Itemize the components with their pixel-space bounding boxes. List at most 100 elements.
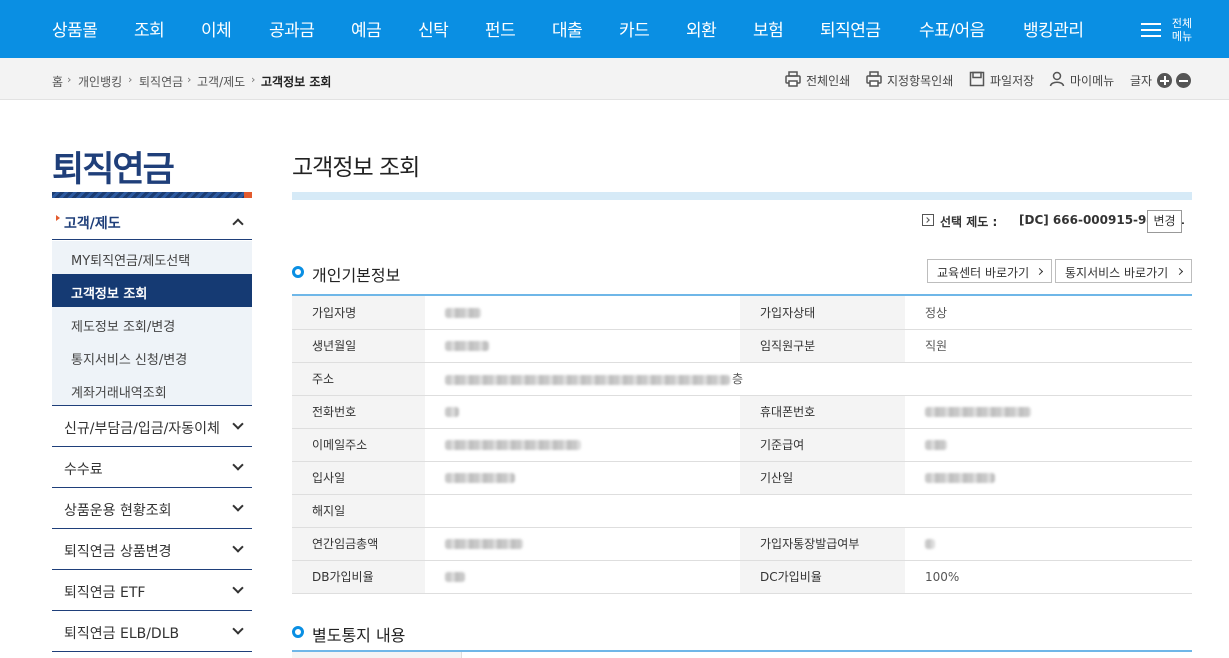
table-cell bbox=[425, 560, 740, 594]
table-header: 입사일 bbox=[292, 461, 425, 495]
lnb-sub-item-plan-info[interactable]: 제도정보 조회/변경 bbox=[52, 307, 252, 340]
section-title: 개인기본정보 bbox=[312, 266, 401, 285]
all-menu-button[interactable]: 전체 메뉴 bbox=[1141, 17, 1197, 47]
table-header: 가입자상태 bbox=[740, 296, 905, 330]
table-cell bbox=[425, 329, 740, 363]
table-header: 생년월일 bbox=[292, 329, 425, 363]
my-menu-label: 마이메뉴 bbox=[1070, 74, 1115, 88]
table-header: 임직원구분 bbox=[740, 329, 905, 363]
page-title-bar bbox=[292, 192, 1192, 200]
breadcrumb-personal[interactable]: 개인뱅킹 bbox=[78, 73, 122, 90]
change-plan-button[interactable]: 변경 bbox=[1147, 210, 1182, 233]
gnb-item-banking-mgmt[interactable]: 뱅킹관리 bbox=[1023, 16, 1084, 41]
table-cell bbox=[905, 395, 1192, 429]
table-header bbox=[292, 652, 462, 658]
table-row: DB가입비율 DC가입비율 100% bbox=[292, 560, 1192, 594]
table-header: DB가입비율 bbox=[292, 560, 425, 594]
gnb-item-utility[interactable]: 공과금 bbox=[269, 16, 315, 41]
gnb-item-inquiry[interactable]: 조회 bbox=[134, 16, 165, 41]
masked-value bbox=[445, 473, 515, 483]
lnb-sub-item-notify-service[interactable]: 통지서비스 신청/변경 bbox=[52, 340, 252, 373]
font-decrease-icon[interactable] bbox=[1176, 73, 1191, 88]
table-header: 전화번호 bbox=[292, 395, 425, 429]
masked-value bbox=[445, 539, 523, 549]
chevron-down-icon bbox=[232, 500, 244, 512]
hamburger-icon bbox=[1141, 23, 1161, 37]
table-header: 연간임금총액 bbox=[292, 527, 425, 561]
table-header: DC가입비율 bbox=[740, 560, 905, 594]
lnb-sub-item-transactions[interactable]: 계좌거래내역조회 bbox=[52, 373, 252, 406]
table-cell: 100% bbox=[905, 560, 1192, 594]
print-all-label: 전체인쇄 bbox=[806, 74, 851, 88]
gnb-item-forex[interactable]: 외환 bbox=[686, 16, 717, 41]
bullet-icon bbox=[292, 626, 304, 638]
masked-value bbox=[925, 539, 935, 549]
table-row: 가입자명 가입자상태 정상 bbox=[292, 296, 1192, 330]
location-bar: 홈 › 개인뱅킹 › 퇴직연금 › 고객/제도 › 고객정보 조회 전체인쇄 지… bbox=[0, 58, 1229, 100]
gnb-item-fund[interactable]: 펀드 bbox=[485, 16, 516, 41]
printer-icon bbox=[866, 71, 882, 87]
checkbox-icon bbox=[922, 214, 934, 226]
table-cell bbox=[425, 428, 740, 462]
table-cell bbox=[425, 494, 1192, 528]
chevron-up-icon bbox=[232, 218, 244, 230]
lnb-group-etf[interactable]: 퇴직연금 ETF bbox=[52, 570, 252, 611]
table-header: 이메일주소 bbox=[292, 428, 425, 462]
user-icon bbox=[1049, 71, 1065, 87]
gnb-item-deposit[interactable]: 예금 bbox=[351, 16, 382, 41]
chevron-down-icon bbox=[232, 541, 244, 553]
notify-service-button[interactable]: 통지서비스 바로가기 bbox=[1055, 259, 1192, 283]
lnb-sub-item-customer-info[interactable]: 고객정보 조회 bbox=[52, 274, 252, 307]
address-tail: 층 bbox=[732, 372, 744, 386]
table-header: 기산일 bbox=[740, 461, 905, 495]
gnb-item-shop[interactable]: 상품몰 bbox=[52, 16, 98, 41]
chevron-down-icon bbox=[232, 418, 244, 430]
masked-value bbox=[445, 374, 730, 385]
lnb-group-elb-dlb[interactable]: 퇴직연금 ELB/DLB bbox=[52, 611, 252, 652]
font-size-label: 글자 bbox=[1130, 74, 1153, 88]
section-separate-notice: 별도통지 내용 bbox=[292, 622, 492, 645]
separate-notice-table bbox=[292, 650, 1192, 658]
table-cell bbox=[905, 527, 1192, 561]
table-row: 이메일주소 기준급여 bbox=[292, 428, 1192, 462]
gnb-item-insurance[interactable]: 보험 bbox=[753, 16, 784, 41]
gnb-item-loan[interactable]: 대출 bbox=[552, 16, 583, 41]
bullet-icon bbox=[292, 266, 304, 278]
chevron-right-icon bbox=[1035, 267, 1044, 276]
table-header: 휴대폰번호 bbox=[740, 395, 905, 429]
arrow-marker-icon bbox=[56, 215, 60, 221]
lnb-group-product-status[interactable]: 상품운용 현황조회 bbox=[52, 488, 252, 529]
masked-value bbox=[445, 407, 459, 417]
table-header: 주소 bbox=[292, 362, 425, 396]
lnb-title: 퇴직연금 bbox=[52, 150, 175, 190]
masked-value bbox=[445, 440, 581, 450]
gnb-item-transfer[interactable]: 이체 bbox=[201, 16, 232, 41]
font-increase-icon[interactable] bbox=[1157, 73, 1172, 88]
lnb-title-accent bbox=[244, 192, 252, 198]
breadcrumb-customer[interactable]: 고객/제도 bbox=[197, 73, 245, 90]
chevron-down-icon bbox=[232, 582, 244, 594]
lnb-group-fees[interactable]: 수수료 bbox=[52, 447, 252, 488]
section-personal-info: 개인기본정보 bbox=[292, 262, 492, 285]
lnb-submenu: MY퇴직연금/제도선택 고객정보 조회 제도정보 조회/변경 통지서비스 신청/… bbox=[52, 241, 252, 406]
masked-value bbox=[925, 473, 995, 483]
breadcrumb-home[interactable]: 홈 bbox=[52, 73, 63, 90]
gnb-item-card[interactable]: 카드 bbox=[619, 16, 650, 41]
gnb-item-pension[interactable]: 퇴직연금 bbox=[820, 16, 881, 41]
lnb-sub-item-my-pension[interactable]: MY퇴직연금/제도선택 bbox=[52, 241, 252, 274]
table-cell bbox=[905, 428, 1192, 462]
lnb-group-product-change[interactable]: 퇴직연금 상품변경 bbox=[52, 529, 252, 570]
masked-value bbox=[445, 572, 465, 582]
lnb-group-new-contribution[interactable]: 신규/부담금/입금/자동이체 bbox=[52, 406, 252, 447]
print-selected-label: 지정항목인쇄 bbox=[887, 74, 954, 88]
table-cell bbox=[425, 296, 740, 330]
lnb-group-customer[interactable]: 고객/제도 bbox=[52, 202, 252, 240]
breadcrumb-pension[interactable]: 퇴직연금 bbox=[139, 73, 183, 90]
table-header: 해지일 bbox=[292, 494, 425, 528]
table-cell: 직원 bbox=[905, 329, 1192, 363]
table-cell bbox=[425, 461, 740, 495]
gnb-item-check[interactable]: 수표/어음 bbox=[919, 16, 985, 41]
save-icon bbox=[969, 71, 985, 87]
gnb-item-trust[interactable]: 신탁 bbox=[418, 16, 449, 41]
edu-center-button[interactable]: 교육센터 바로가기 bbox=[927, 259, 1052, 283]
